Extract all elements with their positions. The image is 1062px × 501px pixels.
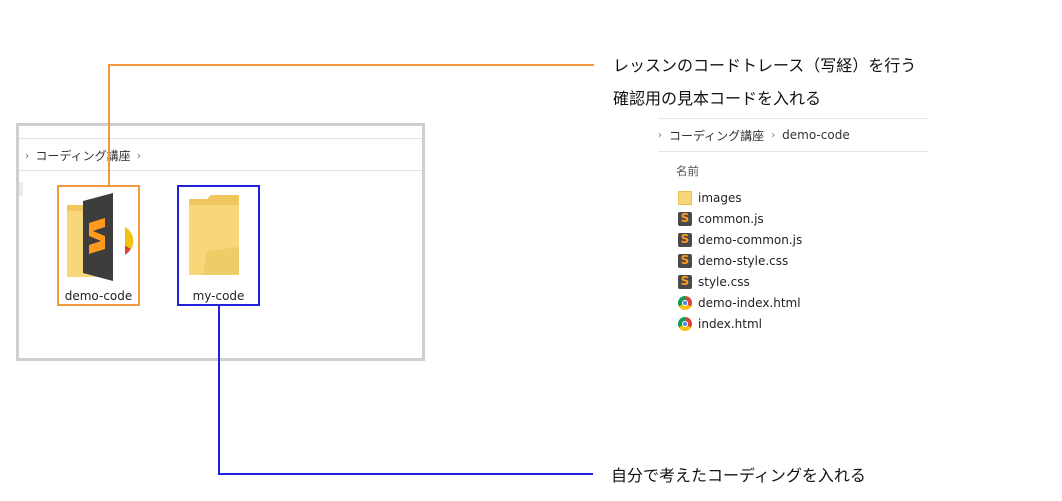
folder-icon (678, 191, 692, 205)
folder-label: demo-code (64, 289, 133, 303)
sublime-icon (678, 253, 692, 268)
chrome-icon (678, 317, 692, 331)
sublime-icon (678, 211, 692, 226)
file-name: style.css (698, 275, 750, 289)
file-row[interactable]: demo-common.js (678, 231, 802, 249)
callout-demo-code-line1: レッスンのコードトレース（写経）を行う (613, 56, 917, 75)
file-row[interactable]: index.html (678, 315, 762, 333)
callout-my-code: 自分で考えたコーディングを入れる (611, 466, 866, 485)
file-row[interactable]: demo-style.css (678, 252, 788, 270)
folder-icon (189, 195, 239, 275)
blue-leader-vertical (218, 306, 220, 475)
breadcrumb-root[interactable]: コーディング講座 (669, 127, 764, 144)
callout-demo-code-line2: 確認用の見本コードを入れる (613, 89, 822, 108)
file-name: demo-index.html (698, 296, 801, 310)
address-bar[interactable]: › コーディング講座 › demo-code (658, 118, 928, 152)
window-toolbar (19, 126, 422, 139)
file-name: demo-style.css (698, 254, 789, 268)
folder-sublime-icon (67, 193, 134, 281)
chevron-right-icon[interactable]: › (771, 130, 775, 141)
sublime-icon (678, 232, 692, 247)
orange-leader-vertical (108, 64, 110, 186)
column-header-name[interactable]: 名前 (676, 163, 699, 179)
breadcrumb-folder[interactable]: demo-code (782, 128, 850, 142)
file-name: common.js (698, 212, 764, 226)
file-row[interactable]: images (678, 189, 742, 207)
nav-pane-edge (19, 182, 23, 196)
breadcrumb-root[interactable]: コーディング講座 (35, 147, 130, 164)
blue-leader-horizontal (218, 473, 593, 475)
file-row[interactable]: demo-index.html (678, 294, 801, 312)
file-row[interactable]: common.js (678, 210, 764, 228)
sublime-icon (678, 274, 692, 289)
chevron-right-icon[interactable]: › (25, 149, 29, 162)
folder-demo-code[interactable]: demo-code (57, 185, 140, 306)
chrome-icon (678, 296, 692, 310)
file-name: images (698, 191, 742, 205)
folder-label: my-code (192, 289, 245, 303)
chevron-right-icon[interactable]: › (658, 130, 662, 141)
folder-my-code[interactable]: my-code (177, 185, 260, 306)
file-name: index.html (698, 317, 762, 331)
file-name: demo-common.js (698, 233, 803, 247)
file-row[interactable]: style.css (678, 273, 750, 291)
chevron-right-icon[interactable]: › (137, 149, 141, 162)
address-bar[interactable]: › コーディング講座 › (19, 140, 422, 171)
orange-leader-horizontal (108, 64, 594, 66)
